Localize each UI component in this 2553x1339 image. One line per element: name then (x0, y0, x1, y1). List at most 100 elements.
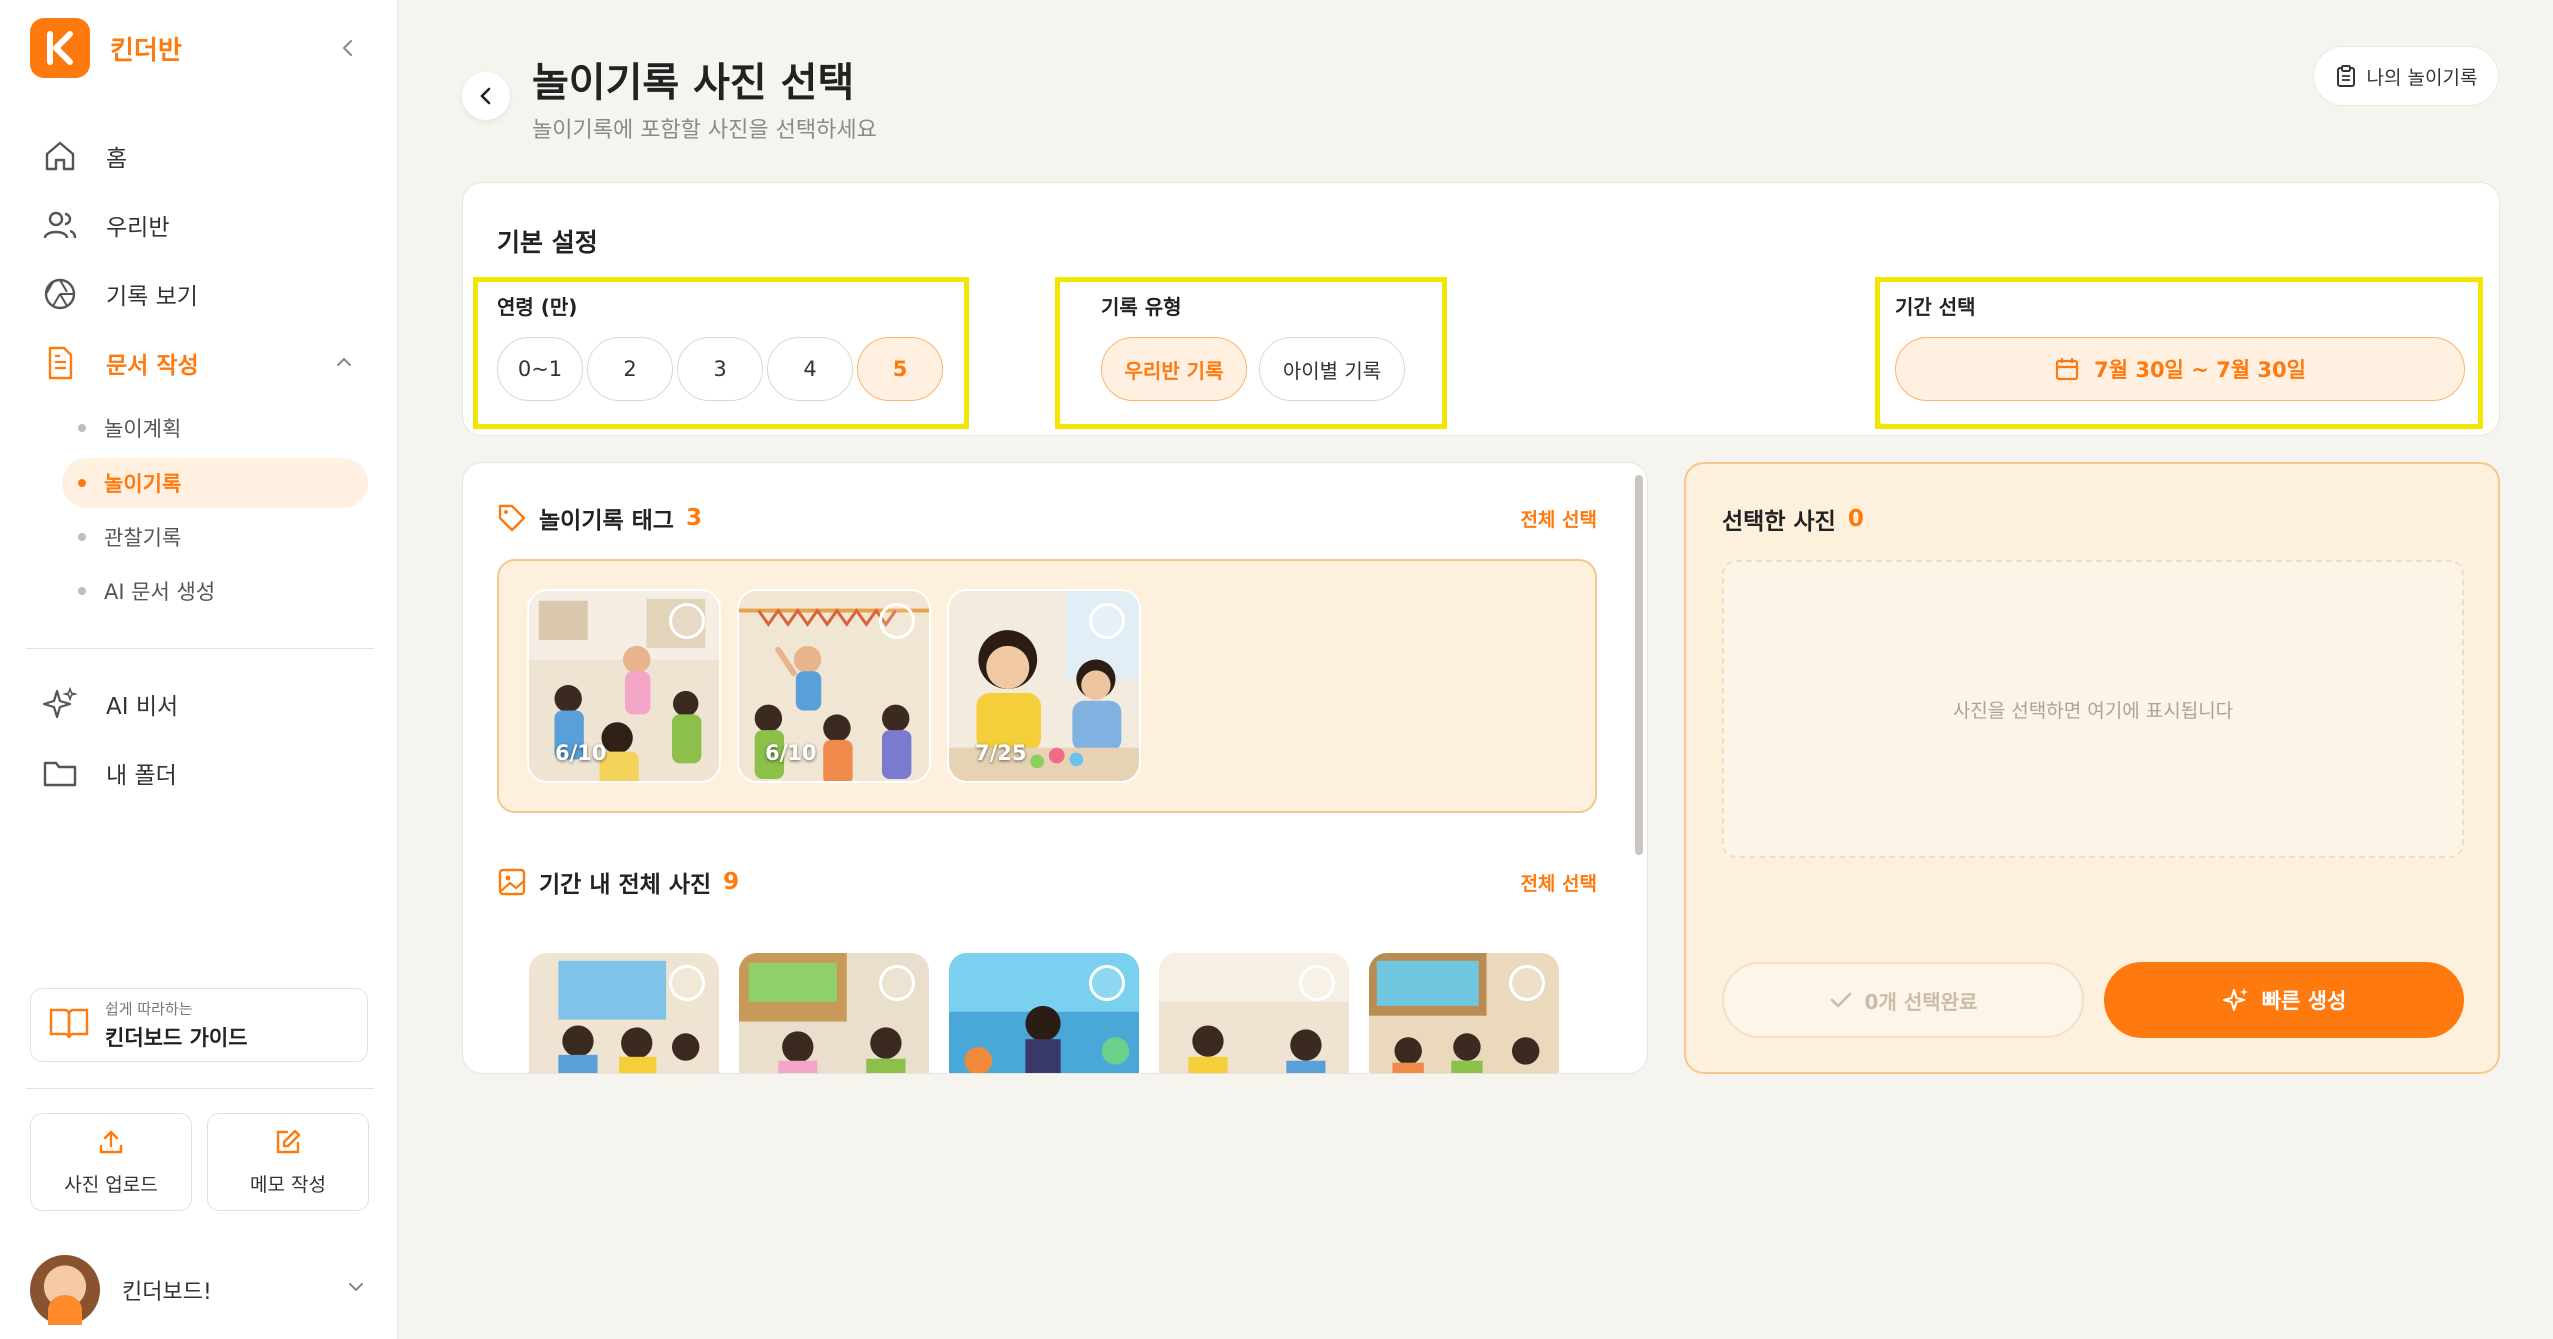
upload-icon (97, 1128, 125, 1160)
tag-section-title: 놀이기록 태그 (539, 508, 674, 534)
chevron-left-icon (480, 87, 491, 105)
kinder-logo-icon (30, 18, 90, 78)
select-all-photos-button[interactable]: 전체 선택 (1520, 869, 1597, 896)
bullet-dot (78, 479, 86, 487)
photo-thumbnail[interactable] (947, 951, 1141, 1073)
nav-label-ai-assistant: AI 비서 (106, 694, 179, 720)
guide-card[interactable]: 쉽게 따라하는 킨더보드 가이드 (30, 988, 368, 1062)
age-option-5[interactable]: 5 (857, 337, 943, 401)
write-memo-label: 메모 작성 (250, 1173, 326, 1196)
photo-thumbnail[interactable]: 7/25 (947, 589, 1141, 783)
book-icon (49, 1006, 89, 1044)
all-photos-count: 9 (723, 869, 740, 895)
avatar (30, 1255, 100, 1325)
nav-item-our-class[interactable]: 우리반 (40, 197, 169, 253)
calendar-icon (2055, 358, 2079, 381)
photo-panel: 놀이기록 태그 3 전체 선택 6/10 6/10 7/25 기간 내 전체 사… (462, 462, 1648, 1074)
nav-label-view-records: 기록 보기 (106, 284, 198, 310)
photo-select-checkbox[interactable] (879, 603, 915, 639)
back-button[interactable] (462, 72, 510, 120)
check-icon (1830, 992, 1851, 1008)
period-label: 기간 선택 (1895, 295, 1976, 319)
photo-select-checkbox[interactable] (879, 965, 915, 1001)
folder-icon (40, 753, 80, 793)
aperture-icon (40, 274, 80, 314)
profile-menu[interactable]: 킨더보드! (30, 1255, 370, 1325)
brand-name: 킨더반 (110, 35, 182, 66)
photo-thumbnail[interactable] (1367, 951, 1561, 1073)
selected-count: 0 (1847, 506, 1864, 532)
photo-select-checkbox[interactable] (669, 965, 705, 1001)
sub-item-label: AI 문서 생성 (104, 580, 216, 604)
type-option-child[interactable]: 아이별 기록 (1259, 337, 1405, 401)
tag-section-header: 놀이기록 태그 3 (497, 501, 702, 535)
profile-name: 킨더보드! (122, 1280, 212, 1305)
photo-select-checkbox[interactable] (1089, 965, 1125, 1001)
bullet-dot (78, 424, 86, 432)
selected-empty-area: 사진을 선택하면 여기에 표시됩니다 (1722, 560, 2464, 858)
quick-generate-button[interactable]: 빠른 생성 (2104, 962, 2464, 1038)
page-subtitle: 놀이기록에 포함할 사진을 선택하세요 (532, 118, 877, 143)
upload-photo-button[interactable]: 사진 업로드 (30, 1113, 192, 1211)
upload-photo-label: 사진 업로드 (64, 1173, 158, 1196)
nav-label-our-class: 우리반 (106, 215, 170, 241)
photo-select-checkbox[interactable] (1089, 603, 1125, 639)
write-memo-button[interactable]: 메모 작성 (207, 1113, 369, 1211)
photo-date: 6/10 (765, 741, 817, 765)
chevron-down-icon (346, 1277, 366, 1301)
chevron-up-icon[interactable] (334, 352, 354, 376)
brand[interactable]: 킨더반 (30, 18, 182, 78)
photo-thumbnail[interactable] (527, 951, 721, 1073)
my-records-button[interactable]: 나의 놀이기록 (2313, 46, 2499, 106)
nav-item-my-folder[interactable]: 내 폴더 (40, 745, 177, 801)
photo-thumbnail[interactable] (1157, 951, 1351, 1073)
clipboard-icon (2336, 65, 2355, 87)
photo-thumbnail[interactable]: 6/10 (527, 589, 721, 783)
age-option-2[interactable]: 2 (587, 337, 673, 401)
select-all-tag-button[interactable]: 전체 선택 (1520, 505, 1597, 532)
photo-select-checkbox[interactable] (1509, 965, 1545, 1001)
sub-item-label: 관찰기록 (104, 526, 182, 550)
nav-item-view-records[interactable]: 기록 보기 (40, 266, 198, 322)
age-option-4[interactable]: 4 (767, 337, 853, 401)
page-title: 놀이기록 사진 선택 (532, 60, 855, 106)
age-option-0-1[interactable]: 0~1 (497, 337, 583, 401)
type-label: 기록 유형 (1101, 295, 1182, 319)
photo-thumbnail[interactable]: 6/10 (737, 589, 931, 783)
nav-label-home: 홈 (106, 146, 128, 172)
selection-done-label: 0개 선택완료 (1864, 989, 1978, 1014)
divider (26, 648, 374, 649)
document-icon (40, 343, 80, 383)
sparkles-icon (40, 684, 80, 724)
sub-item-play-plan[interactable]: 놀이계획 (62, 403, 368, 453)
nav-item-ai-assistant[interactable]: AI 비서 (40, 676, 178, 732)
sub-item-ai-docs[interactable]: AI 문서 생성 (62, 566, 368, 616)
type-option-class[interactable]: 우리반 기록 (1101, 337, 1247, 401)
photo-date: 6/10 (555, 741, 607, 765)
collapse-sidebar-button[interactable] (330, 30, 366, 66)
photo-select-checkbox[interactable] (1299, 965, 1335, 1001)
image-icon (498, 868, 526, 896)
selection-done-button[interactable]: 0개 선택완료 (1722, 962, 2084, 1038)
sub-item-play-record[interactable]: 놀이기록 (62, 458, 368, 508)
tag-photo-group: 6/10 6/10 7/25 (497, 559, 1597, 813)
settings-card: 기본 설정 연령 (만) 0~1 2 3 4 5 기록 유형 우리반 기록 아이… (462, 182, 2500, 436)
scrollbar[interactable] (1635, 475, 1643, 855)
sidebar: 킨더반 홈 우리반 기록 보기 문서 작성 놀이계획 놀이기록 관찰기록 AI … (0, 0, 398, 1339)
nav-label-write-docs: 문서 작성 (106, 353, 199, 379)
nav-item-home[interactable]: 홈 (40, 128, 127, 184)
photo-select-checkbox[interactable] (669, 603, 705, 639)
tag-icon (498, 504, 526, 532)
nav-item-write-docs[interactable]: 문서 작성 (40, 335, 199, 391)
guide-caption: 쉽게 따라하는 (105, 1000, 193, 1018)
photo-thumbnail[interactable] (737, 951, 931, 1073)
bullet-dot (78, 533, 86, 541)
sub-item-label: 놀이계획 (104, 417, 182, 441)
age-option-3[interactable]: 3 (677, 337, 763, 401)
sub-item-label: 놀이기록 (104, 472, 182, 496)
period-picker[interactable]: 7월 30일 ~ 7월 30일 (1895, 337, 2465, 401)
all-photos-section-header: 기간 내 전체 사진 9 (497, 865, 739, 899)
age-label: 연령 (만) (497, 295, 578, 319)
sub-item-observation[interactable]: 관찰기록 (62, 512, 368, 562)
selected-header: 선택한 사진 0 (1722, 502, 1864, 536)
